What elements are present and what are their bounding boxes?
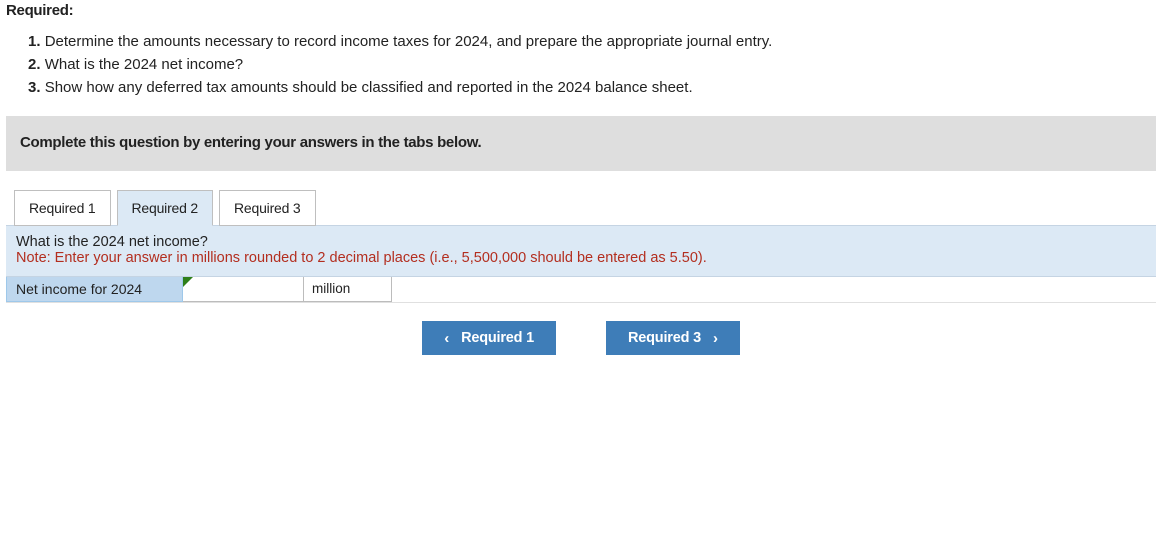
requirement-item: 3. Show how any deferred tax amounts sho… — [28, 77, 1167, 98]
answer-label: Net income for 2024 — [6, 277, 183, 302]
tab-question: What is the 2024 net income? — [16, 234, 1146, 250]
chevron-right-icon: › — [713, 331, 718, 346]
prev-button[interactable]: ‹ Required 1 — [422, 321, 556, 355]
next-button[interactable]: Required 3 › — [606, 321, 740, 355]
item-number: 1. — [28, 33, 41, 50]
answer-input-cell[interactable] — [183, 277, 304, 302]
requirement-item: 2. What is the 2024 net income? — [28, 54, 1167, 75]
tab-required-3[interactable]: Required 3 — [219, 190, 316, 226]
requirements-list: 1. Determine the amounts necessary to re… — [28, 31, 1167, 98]
instruction-bar: Complete this question by entering your … — [6, 116, 1156, 171]
tab-required-2[interactable]: Required 2 — [117, 190, 214, 226]
tab-content: What is the 2024 net income? Note: Enter… — [6, 225, 1156, 277]
net-income-input[interactable] — [187, 277, 303, 301]
next-button-label: Required 3 — [628, 330, 701, 346]
answer-row: Net income for 2024 million — [6, 277, 1156, 303]
item-number: 3. — [28, 79, 41, 96]
nav-buttons: ‹ Required 1 Required 3 › — [6, 303, 1156, 355]
item-text: Show how any deferred tax amounts should… — [45, 79, 693, 96]
prev-button-label: Required 1 — [461, 330, 534, 346]
required-heading: Required: — [6, 2, 1167, 19]
answer-unit: million — [304, 277, 392, 302]
tab-note: Note: Enter your answer in millions roun… — [16, 250, 1146, 266]
item-text: What is the 2024 net income? — [45, 56, 243, 73]
item-number: 2. — [28, 56, 41, 73]
chevron-left-icon: ‹ — [444, 331, 449, 346]
tabs-row: Required 1 Required 2 Required 3 — [6, 189, 1156, 225]
tab-required-1[interactable]: Required 1 — [14, 190, 111, 226]
item-text: Determine the amounts necessary to recor… — [45, 33, 773, 50]
requirement-item: 1. Determine the amounts necessary to re… — [28, 31, 1167, 52]
